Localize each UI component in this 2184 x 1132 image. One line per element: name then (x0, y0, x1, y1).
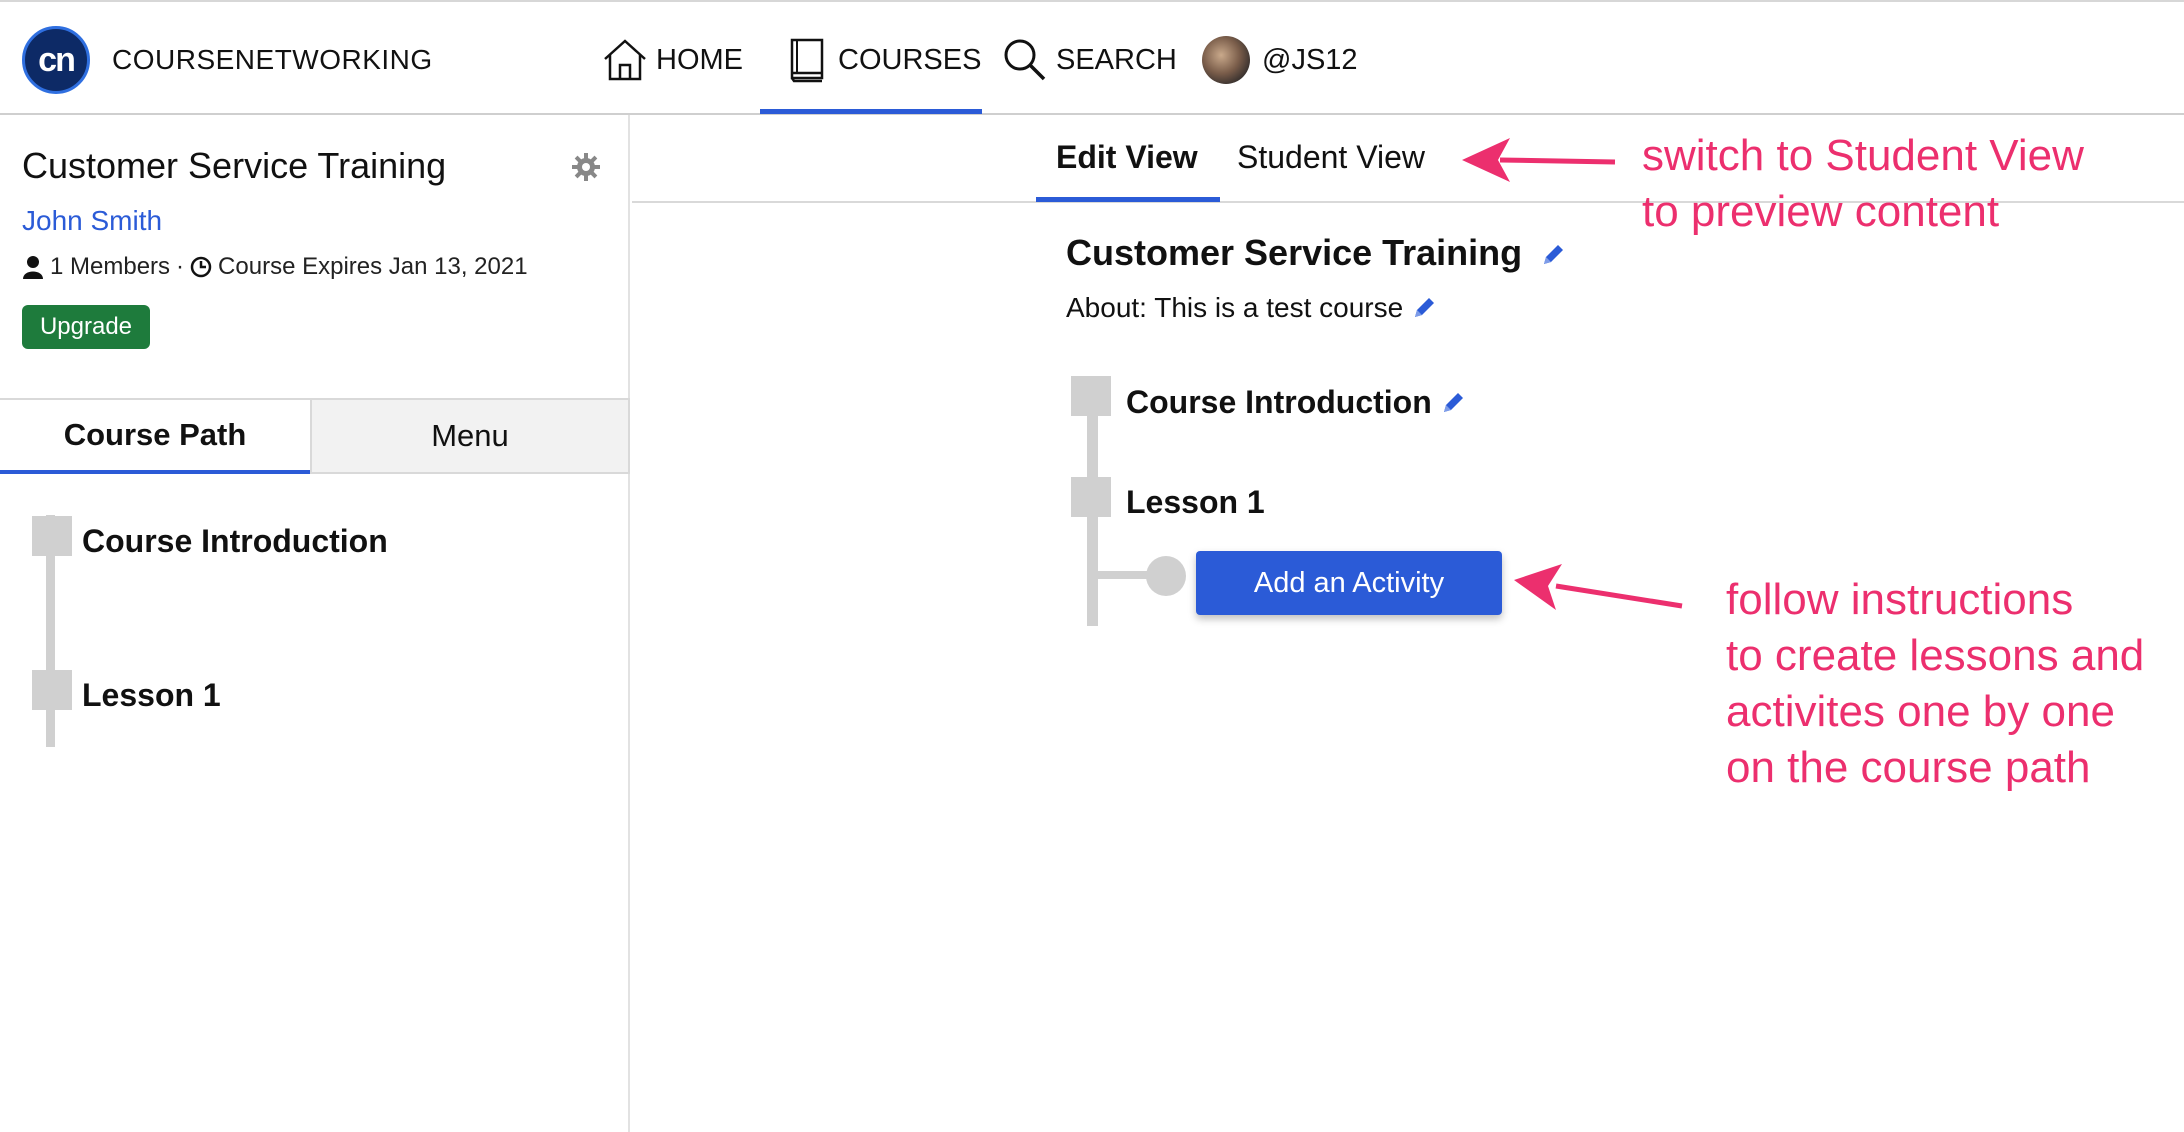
tab-course-path[interactable]: Course Path (0, 398, 310, 474)
path-item-course-introduction[interactable]: Course Introduction (1126, 384, 1466, 421)
sidebar-tabs: Course Path Menu (0, 398, 630, 476)
path-item-label: Course Introduction (1126, 384, 1432, 420)
annotation-instructions: follow instructions to create lessons an… (1726, 575, 2145, 792)
course-owner-link[interactable]: John Smith (22, 205, 162, 237)
logo-text: cn (38, 40, 76, 79)
search-icon (1004, 39, 1046, 81)
book-icon (790, 38, 824, 83)
course-heading: Customer Service Training (1066, 232, 1566, 274)
course-title: Customer Service Training (22, 145, 447, 186)
path-item-lesson-1[interactable]: Lesson 1 (82, 677, 221, 714)
path-node (1071, 376, 1111, 416)
upgrade-button[interactable]: Upgrade (22, 305, 150, 349)
members-count: 1 Members (50, 253, 171, 280)
nav-profile[interactable]: @JS12 (1202, 36, 1358, 84)
view-tab-active-indicator (1036, 197, 1220, 202)
nav-courses[interactable]: COURSES (782, 38, 982, 83)
course-about-text: About: This is a test course (1066, 292, 1404, 323)
annotation-student-view: switch to Student View to preview conten… (1642, 131, 2084, 236)
nav-search[interactable]: SEARCH (1000, 38, 1177, 82)
meta-separator: · (176, 253, 185, 280)
path-node (32, 516, 72, 556)
path-node (32, 670, 72, 710)
tab-edit-view[interactable]: Edit View (1056, 139, 1198, 176)
course-sidebar: Customer Service Training John Smith 1 M… (0, 115, 630, 1132)
tab-student-view[interactable]: Student View (1237, 139, 1425, 176)
avatar (1202, 36, 1250, 84)
course-meta: 1 Members · Course Expires Jan 13, 2021 (22, 253, 528, 281)
nav-active-indicator (760, 109, 982, 114)
path-item-lesson-1[interactable]: Lesson 1 (1126, 484, 1265, 521)
pencil-icon[interactable] (1411, 295, 1437, 321)
nav-home-label: HOME (656, 43, 743, 76)
pencil-icon[interactable] (1540, 242, 1566, 268)
nav-courses-label: COURSES (838, 43, 982, 76)
brand-name[interactable]: COURSENETWORKING (112, 44, 433, 76)
home-icon (604, 39, 646, 81)
course-heading-text: Customer Service Training (1066, 232, 1523, 273)
nav-profile-label: @JS12 (1262, 43, 1358, 76)
course-expiry: Course Expires Jan 13, 2021 (218, 253, 528, 280)
top-navbar: cn COURSENETWORKING HOME COURSES SEARCH … (0, 0, 2184, 115)
pencil-icon[interactable] (1440, 390, 1466, 416)
path-branch (1092, 571, 1152, 579)
activity-node (1146, 556, 1186, 596)
nav-home[interactable]: HOME (600, 38, 743, 82)
cn-logo[interactable]: cn (22, 26, 90, 94)
gear-icon[interactable] (570, 151, 602, 183)
arrowhead-add-activity (1514, 564, 1562, 610)
user-icon (23, 256, 43, 279)
course-about: About: This is a test course (1066, 292, 1437, 324)
clock-icon (190, 256, 212, 278)
nav-search-label: SEARCH (1056, 43, 1177, 76)
path-node (1071, 477, 1111, 517)
arrow-to-add-activity (1555, 583, 1683, 609)
tab-menu[interactable]: Menu (310, 398, 630, 474)
add-activity-button[interactable]: Add an Activity (1196, 551, 1502, 615)
path-item-course-introduction[interactable]: Course Introduction (82, 523, 388, 560)
